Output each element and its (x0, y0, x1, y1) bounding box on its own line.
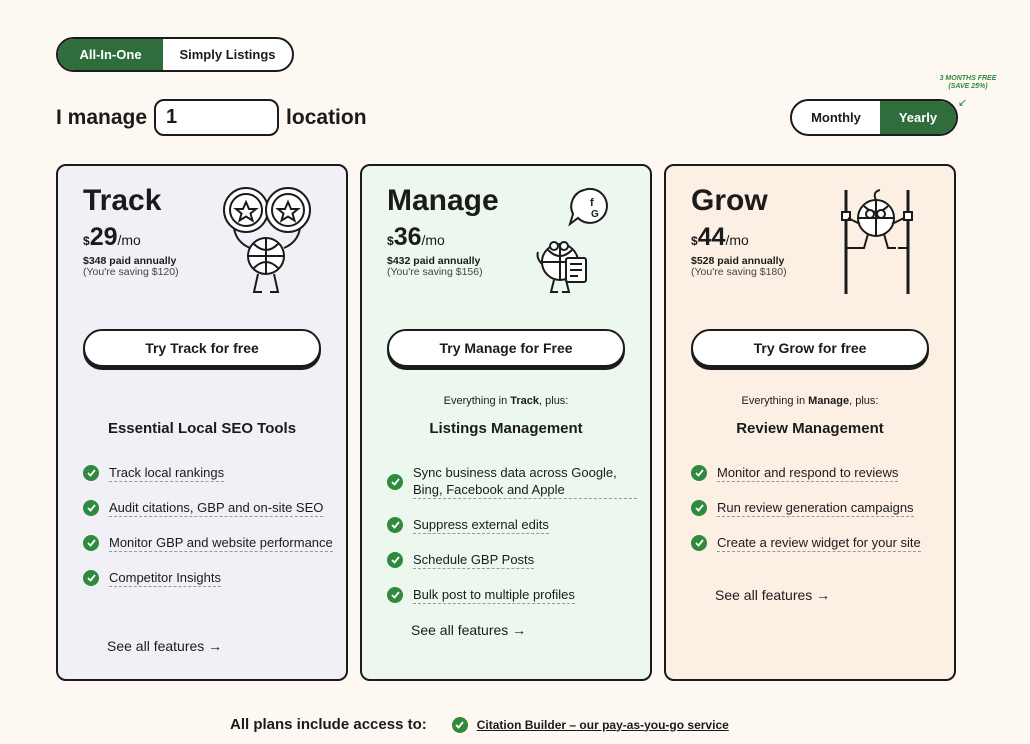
promo-note: 3 MONTHS FREE (SAVE 25%) (928, 75, 1008, 91)
check-circle-icon (387, 552, 403, 568)
plan-price: $ 44 /mo (691, 224, 749, 250)
globe-clipboard-icon: f G (536, 187, 608, 293)
feature-item: Bulk post to multiple profiles (387, 586, 637, 604)
promo-line-1: 3 MONTHS FREE (939, 75, 997, 82)
feature-item: Schedule GBP Posts (387, 551, 637, 569)
feature-item: Sync business data across Google, Bing, … (387, 464, 637, 499)
price-amount: 44 (697, 223, 726, 251)
everything-in-note: Everything in Manage, plus: (666, 395, 954, 407)
feature-link[interactable]: Audit citations, GBP and on-site SEO (109, 499, 324, 517)
feature-list: Sync business data across Google, Bing, … (387, 464, 637, 621)
try-grow-button[interactable]: Try Grow for free (691, 329, 929, 367)
feature-link[interactable]: Track local rankings (109, 464, 225, 482)
check-circle-icon (451, 716, 468, 733)
price-currency: $ (83, 234, 90, 248)
everything-in-note: Everything in Track, plus: (362, 395, 650, 407)
promo-arrow-icon: ↙ (958, 97, 968, 109)
check-circle-icon (83, 570, 99, 586)
price-period: /mo (725, 232, 749, 248)
try-manage-button[interactable]: Try Manage for Free (387, 329, 625, 367)
check-circle-icon (83, 500, 99, 516)
location-count-row: I manage location (56, 99, 367, 136)
everything-post: , plus: (849, 395, 879, 407)
price-currency: $ (691, 234, 698, 248)
check-circle-icon (691, 500, 707, 516)
saving-text: (You're saving $180) (691, 266, 787, 278)
plans-footer: All plans include access to: Citation Bu… (230, 716, 729, 733)
billing-toggle: Monthly Yearly (790, 99, 958, 136)
feature-item: Suppress external edits (387, 516, 637, 534)
check-circle-icon (83, 535, 99, 551)
price-amount: 29 (89, 223, 118, 251)
plan-name: Track (83, 184, 162, 217)
feature-link[interactable]: Competitor Insights (109, 569, 221, 587)
feature-item: Audit citations, GBP and on-site SEO (83, 499, 333, 517)
plan-card-grow: Grow $ 44 /mo $528 paid annually (You're… (664, 164, 956, 681)
manage-prefix: I manage (56, 105, 148, 129)
plan-card-manage: Manage $ 36 /mo $432 paid annually (You'… (360, 164, 652, 681)
check-circle-icon (83, 465, 99, 481)
plan-price: $ 29 /mo (83, 224, 141, 250)
globe-stilts-icon (841, 189, 913, 294)
feature-item: Track local rankings (83, 464, 333, 482)
yearly-tab[interactable]: Yearly (880, 101, 956, 134)
plan-name: Grow (691, 184, 768, 217)
svg-text:f: f (590, 197, 594, 209)
monthly-tab[interactable]: Monthly (792, 101, 880, 134)
everything-plan: Manage (808, 395, 850, 407)
see-all-features-link[interactable]: See all features → (411, 622, 526, 638)
everything-post: , plus: (539, 395, 569, 407)
check-circle-icon (387, 517, 403, 533)
see-all-features-link[interactable]: See all features → (107, 638, 222, 654)
everything-pre: Everything in (443, 395, 511, 407)
try-track-button[interactable]: Try Track for free (83, 329, 321, 367)
all-in-one-tab[interactable]: All-In-One (58, 39, 163, 70)
citation-builder-link[interactable]: Citation Builder – our pay-as-you-go ser… (477, 718, 729, 732)
section-title: Listings Management (429, 420, 583, 437)
check-circle-icon (387, 473, 403, 490)
feature-link[interactable]: Suppress external edits (413, 516, 549, 534)
feature-list: Monitor and respond to reviews Run revie… (691, 464, 941, 569)
footer-label: All plans include access to: (230, 716, 427, 733)
plan-type-toggle: All-In-One Simply Listings (56, 37, 294, 72)
check-circle-icon (691, 535, 707, 551)
everything-pre: Everything in (741, 395, 809, 407)
section-title: Review Management (736, 420, 884, 437)
section-title: Essential Local SEO Tools (107, 420, 297, 437)
binoculars-stars-icon (223, 187, 311, 293)
feature-link[interactable]: Schedule GBP Posts (413, 551, 535, 569)
price-period: /mo (421, 232, 445, 248)
everything-plan: Track (510, 395, 540, 407)
feature-item: Run review generation campaigns (691, 499, 941, 517)
feature-item: Monitor and respond to reviews (691, 464, 941, 482)
manage-suffix: location (286, 105, 367, 129)
feature-link[interactable]: Monitor and respond to reviews (717, 464, 899, 482)
feature-item: Create a review widget for your site (691, 534, 941, 552)
saving-text: (You're saving $156) (387, 266, 483, 278)
price-period: /mo (117, 232, 141, 248)
check-circle-icon (691, 465, 707, 481)
saving-text: (You're saving $120) (83, 266, 179, 278)
feature-item: Competitor Insights (83, 569, 333, 587)
see-all-features-link[interactable]: See all features → (715, 587, 830, 603)
price-amount: 36 (393, 223, 422, 251)
feature-link[interactable]: Create a review widget for your site (717, 534, 921, 552)
svg-text:G: G (591, 209, 599, 220)
check-circle-icon (387, 587, 403, 603)
plan-card-track: Track $ 29 /mo $348 paid annually (You'r… (56, 164, 348, 681)
feature-link[interactable]: Sync business data across Google, Bing, … (413, 464, 637, 499)
promo-line-2: (SAVE 25%) (948, 83, 988, 90)
plan-name: Manage (387, 184, 499, 217)
feature-link[interactable]: Run review generation campaigns (717, 499, 914, 517)
feature-list: Track local rankings Audit citations, GB… (83, 464, 333, 604)
feature-item: Monitor GBP and website performance (83, 534, 333, 552)
feature-link[interactable]: Bulk post to multiple profiles (413, 586, 575, 604)
location-count-input[interactable] (154, 99, 280, 136)
plan-price: $ 36 /mo (387, 224, 445, 250)
price-currency: $ (387, 234, 394, 248)
feature-link[interactable]: Monitor GBP and website performance (109, 534, 333, 552)
simply-listings-tab[interactable]: Simply Listings (163, 39, 292, 70)
